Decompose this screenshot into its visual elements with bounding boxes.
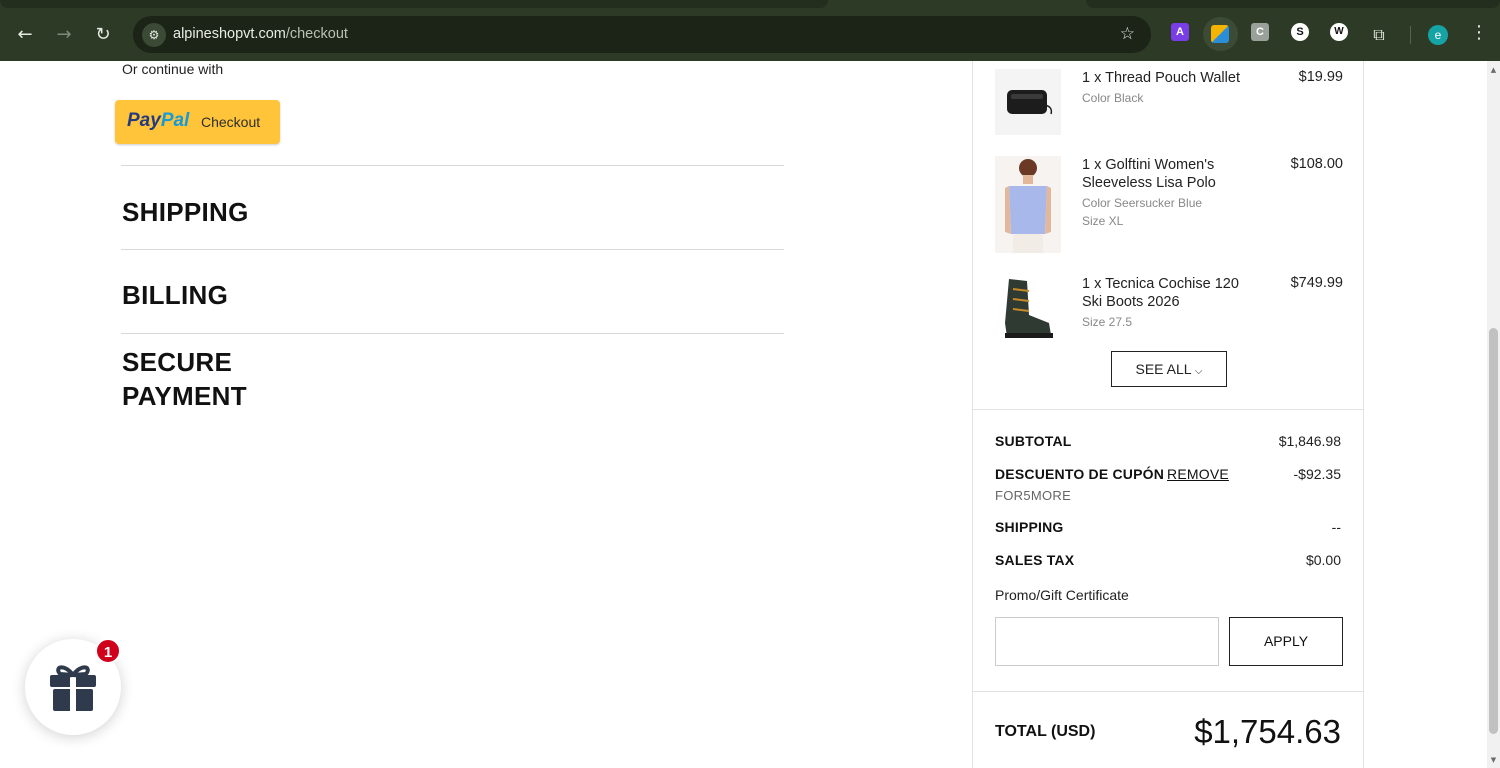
shipping-value: -- (1331, 519, 1341, 535)
sales-tax-label: SALES TAX (995, 552, 1075, 568)
profile-avatar[interactable]: e (1428, 25, 1448, 45)
divider (973, 409, 1363, 410)
scroll-down-arrow-icon[interactable]: ▼ (1489, 756, 1498, 764)
extension-c-icon[interactable]: C (1251, 23, 1269, 41)
extension-w-icon[interactable]: W (1330, 23, 1348, 41)
notification-badge: 1 (95, 638, 121, 664)
divider (973, 691, 1363, 692)
menu-kebab-icon[interactable]: ⋮ (1470, 22, 1488, 43)
url-text[interactable]: alpineshopvt.com/checkout (173, 26, 348, 42)
item-price: $749.99 (1290, 275, 1343, 291)
wallet-image (995, 69, 1061, 135)
site-settings-icon[interactable]: ⚙ (142, 23, 166, 47)
apply-button[interactable]: APPLY (1229, 617, 1343, 666)
extension-s-icon[interactable]: S (1291, 23, 1309, 41)
forward-arrow-icon[interactable]: → (51, 22, 77, 48)
item-title: 1 x Thread Pouch Wallet (1082, 70, 1240, 86)
scrollbar-thumb[interactable] (1489, 328, 1498, 734)
address-bar[interactable]: ⚙ alpineshopvt.com/checkout ☆ (133, 16, 1151, 53)
bookmark-star-icon[interactable]: ☆ (1120, 24, 1135, 44)
subtotal-value: $1,846.98 (1278, 433, 1341, 449)
tab-edge[interactable] (1086, 0, 1500, 8)
coupon-value: -$92.35 (1293, 466, 1341, 482)
gift-icon (50, 665, 96, 711)
extensions-puzzle-icon[interactable]: ⧉ (1366, 22, 1392, 48)
section-billing[interactable]: BILLING (122, 278, 228, 312)
coupon-label: DESCUENTO DE CUPÓN REMOVE (995, 466, 1229, 482)
item-color: Color Seersucker Blue (1082, 196, 1203, 210)
divider (121, 249, 784, 250)
item-title: 1 x Tecnica Cochise 120 Ski Boots 2026 (1082, 276, 1239, 310)
section-secure[interactable]: SECURE (122, 345, 232, 379)
see-all-button[interactable]: SEE ALL ⌵ (1111, 351, 1227, 387)
coupon-title: DESCUENTO DE CUPÓN (995, 466, 1165, 482)
chevron-down-icon: ⌵ (1194, 366, 1203, 377)
item-title: 1 x Golftini Women's Sleeveless Lisa Pol… (1082, 157, 1216, 191)
item-size: Size XL (1082, 214, 1124, 228)
item-name: 1 x Thread Pouch Wallet Color Black (1082, 69, 1262, 107)
paypal-logo: PayPal (127, 110, 190, 131)
ski-boot-image (995, 275, 1061, 341)
toolbar-divider (1410, 26, 1411, 44)
item-color: Color Black (1082, 91, 1144, 105)
scroll-up-arrow-icon[interactable]: ▲ (1489, 66, 1498, 74)
checkout-page: Or continue with PayPal Checkout SHIPPIN… (0, 61, 1487, 768)
see-all-label: SEE ALL (1135, 361, 1192, 377)
paypal-checkout-label: Checkout (201, 114, 261, 130)
item-price: $108.00 (1290, 156, 1343, 172)
promo-label: Promo/Gift Certificate (995, 587, 1129, 603)
url-domain: alpineshopvt.com (173, 26, 286, 42)
back-arrow-icon[interactable]: ← (12, 22, 38, 48)
browser-toolbar: ← → ↻ ⚙ alpineshopvt.com/checkout ☆ A C … (0, 0, 1500, 61)
subtotal-label: SUBTOTAL (995, 433, 1072, 449)
item-price: $19.99 (1298, 69, 1343, 85)
extension-grid-icon[interactable] (1211, 25, 1229, 43)
url-path: /checkout (285, 26, 348, 42)
item-size: Size 27.5 (1082, 315, 1133, 329)
item-name: 1 x Golftini Women's Sleeveless Lisa Pol… (1082, 156, 1262, 230)
divider (121, 165, 784, 166)
coupon-code: FOR5MORE (995, 488, 1072, 503)
order-summary: 1 x Thread Pouch Wallet Color Black $19.… (972, 61, 1364, 768)
total-value: $1,754.63 (1194, 713, 1341, 750)
polo-image (995, 156, 1061, 253)
extension-a-icon[interactable]: A (1171, 23, 1189, 41)
sales-tax-value: $0.00 (1305, 552, 1341, 568)
or-continue-label: Or continue with (122, 61, 224, 77)
section-payment[interactable]: PAYMENT (122, 379, 247, 413)
item-name: 1 x Tecnica Cochise 120 Ski Boots 2026 S… (1082, 275, 1262, 331)
shipping-label: SHIPPING (995, 519, 1064, 535)
paypal-checkout-button[interactable]: PayPal Checkout (115, 100, 280, 144)
section-shipping[interactable]: SHIPPING (122, 195, 249, 229)
total-label: TOTAL (USD) (995, 723, 1096, 740)
remove-coupon-link[interactable]: REMOVE (1167, 466, 1229, 482)
active-tab-edge[interactable] (0, 0, 828, 8)
promo-code-input[interactable] (995, 617, 1219, 666)
reload-icon[interactable]: ↻ (90, 22, 116, 48)
divider (121, 333, 784, 334)
